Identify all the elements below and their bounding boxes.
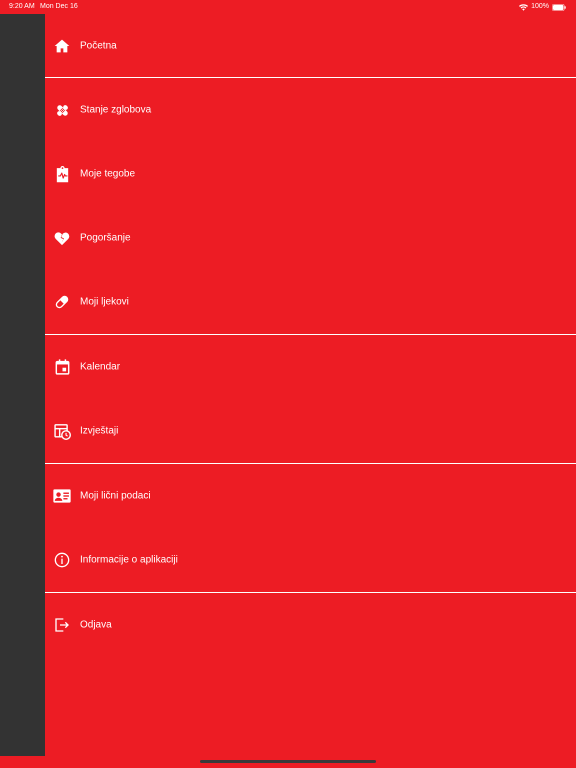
info-icon [53,551,71,569]
menu-item-label: Odjava [80,619,112,631]
broken-heart-icon [53,229,71,247]
menu-item-odjava[interactable]: Odjava [45,593,576,657]
menu-item-stanje-zglobova[interactable]: Stanje zglobova [45,78,576,142]
menu-item-informacije[interactable]: Informacije o aplikaciji [45,528,576,592]
clipboard-pulse-icon [53,165,71,183]
menu-item-label: Kalendar [80,361,121,373]
menu-item-label: Moji lični podaci [80,490,151,502]
home-indicator[interactable] [200,760,376,763]
menu-item-label: Moje tegobe [80,168,136,180]
menu-item-label: Izvještaji [80,425,119,437]
calendar-icon [53,358,71,376]
menu-item-kalendar[interactable]: Kalendar [45,335,576,399]
wifi-icon [519,3,529,11]
menu-item-label: Pogoršanje [80,232,131,244]
pill-icon [53,293,71,311]
battery-percent: 100% [531,3,549,10]
battery-icon [552,3,566,11]
status-right: 100% [519,0,566,14]
menu-item-label: Stanje zglobova [80,104,152,116]
status-time: 9:20 AM [9,3,35,10]
menu-item-label: Početna [80,40,117,52]
home-icon [53,37,71,55]
sidebar-dim-strip[interactable] [0,14,45,756]
menu-item-moji-ljekovi[interactable]: Moji ljekovi [45,270,576,334]
menu-item-licni-podaci[interactable]: Moji lični podaci [45,464,576,528]
menu-item-moje-tegobe[interactable]: Moje tegobe [45,142,576,206]
report-clock-icon [53,422,71,440]
status-bar: 9:20 AM Mon Dec 16 100% [0,0,576,14]
bandage-icon [53,101,71,119]
status-date: Mon Dec 16 [40,3,78,10]
id-card-icon [53,487,71,505]
menu-item-pogorsanje[interactable]: Pogoršanje [45,206,576,270]
menu-item-pocetna[interactable]: Početna [45,14,576,78]
menu-item-izvjestaji[interactable]: Izvještaji [45,399,576,463]
side-menu: Početna Stanje zglobova Moje tegobe Pogo… [45,14,576,756]
logout-icon [53,616,71,634]
menu-item-label: Informacije o aplikaciji [80,554,178,566]
menu-item-label: Moji ljekovi [80,296,129,308]
